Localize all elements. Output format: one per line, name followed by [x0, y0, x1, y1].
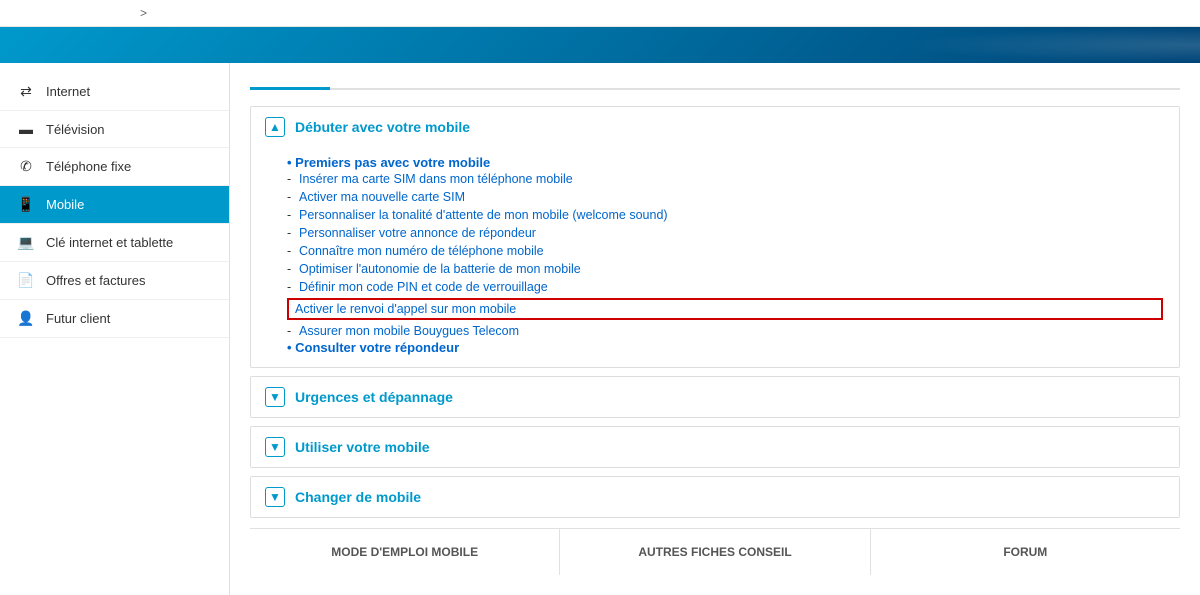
offres-factures-icon: 📄 — [16, 272, 36, 289]
accordion-title-urgences: Urgences et dépannage — [295, 389, 453, 405]
sidebar-item-internet[interactable]: ⇄ Internet — [0, 73, 229, 111]
accordion-header-debuter[interactable]: ▲ Débuter avec votre mobile — [251, 107, 1179, 147]
futur-client-icon: 👤 — [16, 310, 36, 327]
cle-internet-icon: 💻 — [16, 234, 36, 251]
telephone-fixe-icon: ✆ — [16, 158, 36, 175]
breadcrumb-separator: > — [140, 6, 147, 20]
sub-section-consulter-repondeur[interactable]: • Consulter votre répondeur — [287, 340, 459, 355]
bottom-sections: MODE D'EMPLOI MOBILEAUTRES FICHES CONSEI… — [250, 528, 1180, 575]
accordion-title-utiliser: Utiliser votre mobile — [295, 439, 430, 455]
link-personnaliser-tonalite[interactable]: Personnaliser la tonalité d'attente de m… — [287, 206, 1163, 224]
link-inserer-sim[interactable]: Insérer ma carte SIM dans mon téléphone … — [287, 170, 1163, 188]
accordion-toggle-utiliser: ▼ — [265, 437, 285, 457]
sidebar-label-internet: Internet — [46, 84, 90, 99]
accordion-header-changer[interactable]: ▼ Changer de mobile — [251, 477, 1179, 517]
accordion-content-debuter: • Premiers pas avec votre mobileInsérer … — [251, 147, 1179, 367]
link-assurer-mobile[interactable]: Assurer mon mobile Bouygues Telecom — [287, 322, 1163, 340]
accordion-toggle-urgences: ▼ — [265, 387, 285, 407]
link-activer-sim[interactable]: Activer ma nouvelle carte SIM — [287, 188, 1163, 206]
accordion-section-debuter: ▲ Débuter avec votre mobile • Premiers pas… — [250, 106, 1180, 368]
accordion-toggle-debuter: ▲ — [265, 117, 285, 137]
link-personnaliser-annonce[interactable]: Personnaliser votre annonce de répondeur — [287, 224, 1163, 242]
accordion-section-utiliser: ▼ Utiliser votre mobile — [250, 426, 1180, 468]
sidebar: ⇄ Internet ▬ Télévision ✆ Téléphone fixe 📱 Mobi… — [0, 63, 230, 595]
bottom-section-mode-emploi[interactable]: MODE D'EMPLOI MOBILE — [250, 529, 560, 575]
sidebar-label-futur-client: Futur client — [46, 311, 110, 326]
link-activer-renvoi[interactable]: Activer le renvoi d'appel sur mon mobile — [287, 298, 1163, 320]
internet-icon: ⇄ — [16, 83, 36, 100]
tab-mobile[interactable] — [250, 63, 330, 90]
tabs — [250, 63, 1180, 90]
sidebar-label-mobile: Mobile — [46, 197, 84, 212]
sidebar-item-television[interactable]: ▬ Télévision — [0, 111, 229, 148]
header-banner — [0, 27, 1200, 63]
accordion-header-utiliser[interactable]: ▼ Utiliser votre mobile — [251, 427, 1179, 467]
link-optimiser-batterie[interactable]: Optimiser l'autonomie de la batterie de … — [287, 260, 1163, 278]
sidebar-item-telephone-fixe[interactable]: ✆ Téléphone fixe — [0, 148, 229, 186]
content-area: ▲ Débuter avec votre mobile • Premiers pas… — [230, 63, 1200, 595]
accordion-section-urgences: ▼ Urgences et dépannage — [250, 376, 1180, 418]
sub-section-premiers-pas[interactable]: • Premiers pas avec votre mobile — [287, 155, 490, 170]
sidebar-label-offres-factures: Offres et factures — [46, 273, 145, 288]
sidebar-label-telephone-fixe: Téléphone fixe — [46, 159, 131, 174]
bottom-section-forum[interactable]: FORUM — [871, 529, 1180, 575]
sidebar-item-offres-factures[interactable]: 📄 Offres et factures — [0, 262, 229, 300]
main-layout: ⇄ Internet ▬ Télévision ✆ Téléphone fixe 📱 Mobi… — [0, 63, 1200, 595]
sidebar-item-futur-client[interactable]: 👤 Futur client — [0, 300, 229, 338]
accordion-section-changer: ▼ Changer de mobile — [250, 476, 1180, 518]
link-definir-code-pin[interactable]: Définir mon code PIN et code de verrouil… — [287, 278, 1163, 296]
accordion-header-urgences[interactable]: ▼ Urgences et dépannage — [251, 377, 1179, 417]
sidebar-label-television: Télévision — [46, 122, 105, 137]
link-connaitre-numero[interactable]: Connaître mon numéro de téléphone mobile — [287, 242, 1163, 260]
mobile-icon: 📱 — [16, 196, 36, 213]
sidebar-label-cle-internet: Clé internet et tablette — [46, 235, 173, 250]
television-icon: ▬ — [16, 121, 36, 137]
accordion-title-changer: Changer de mobile — [295, 489, 421, 505]
accordion-title-debuter: Débuter avec votre mobile — [295, 119, 470, 135]
bottom-section-autres-fiches[interactable]: AUTRES FICHES CONSEIL — [560, 529, 870, 575]
sidebar-item-mobile[interactable]: 📱 Mobile — [0, 186, 229, 224]
breadcrumb: > — [0, 0, 1200, 27]
accordion-container: ▲ Débuter avec votre mobile • Premiers pas… — [250, 106, 1180, 518]
sidebar-item-cle-internet[interactable]: 💻 Clé internet et tablette — [0, 224, 229, 262]
accordion-toggle-changer: ▼ — [265, 487, 285, 507]
